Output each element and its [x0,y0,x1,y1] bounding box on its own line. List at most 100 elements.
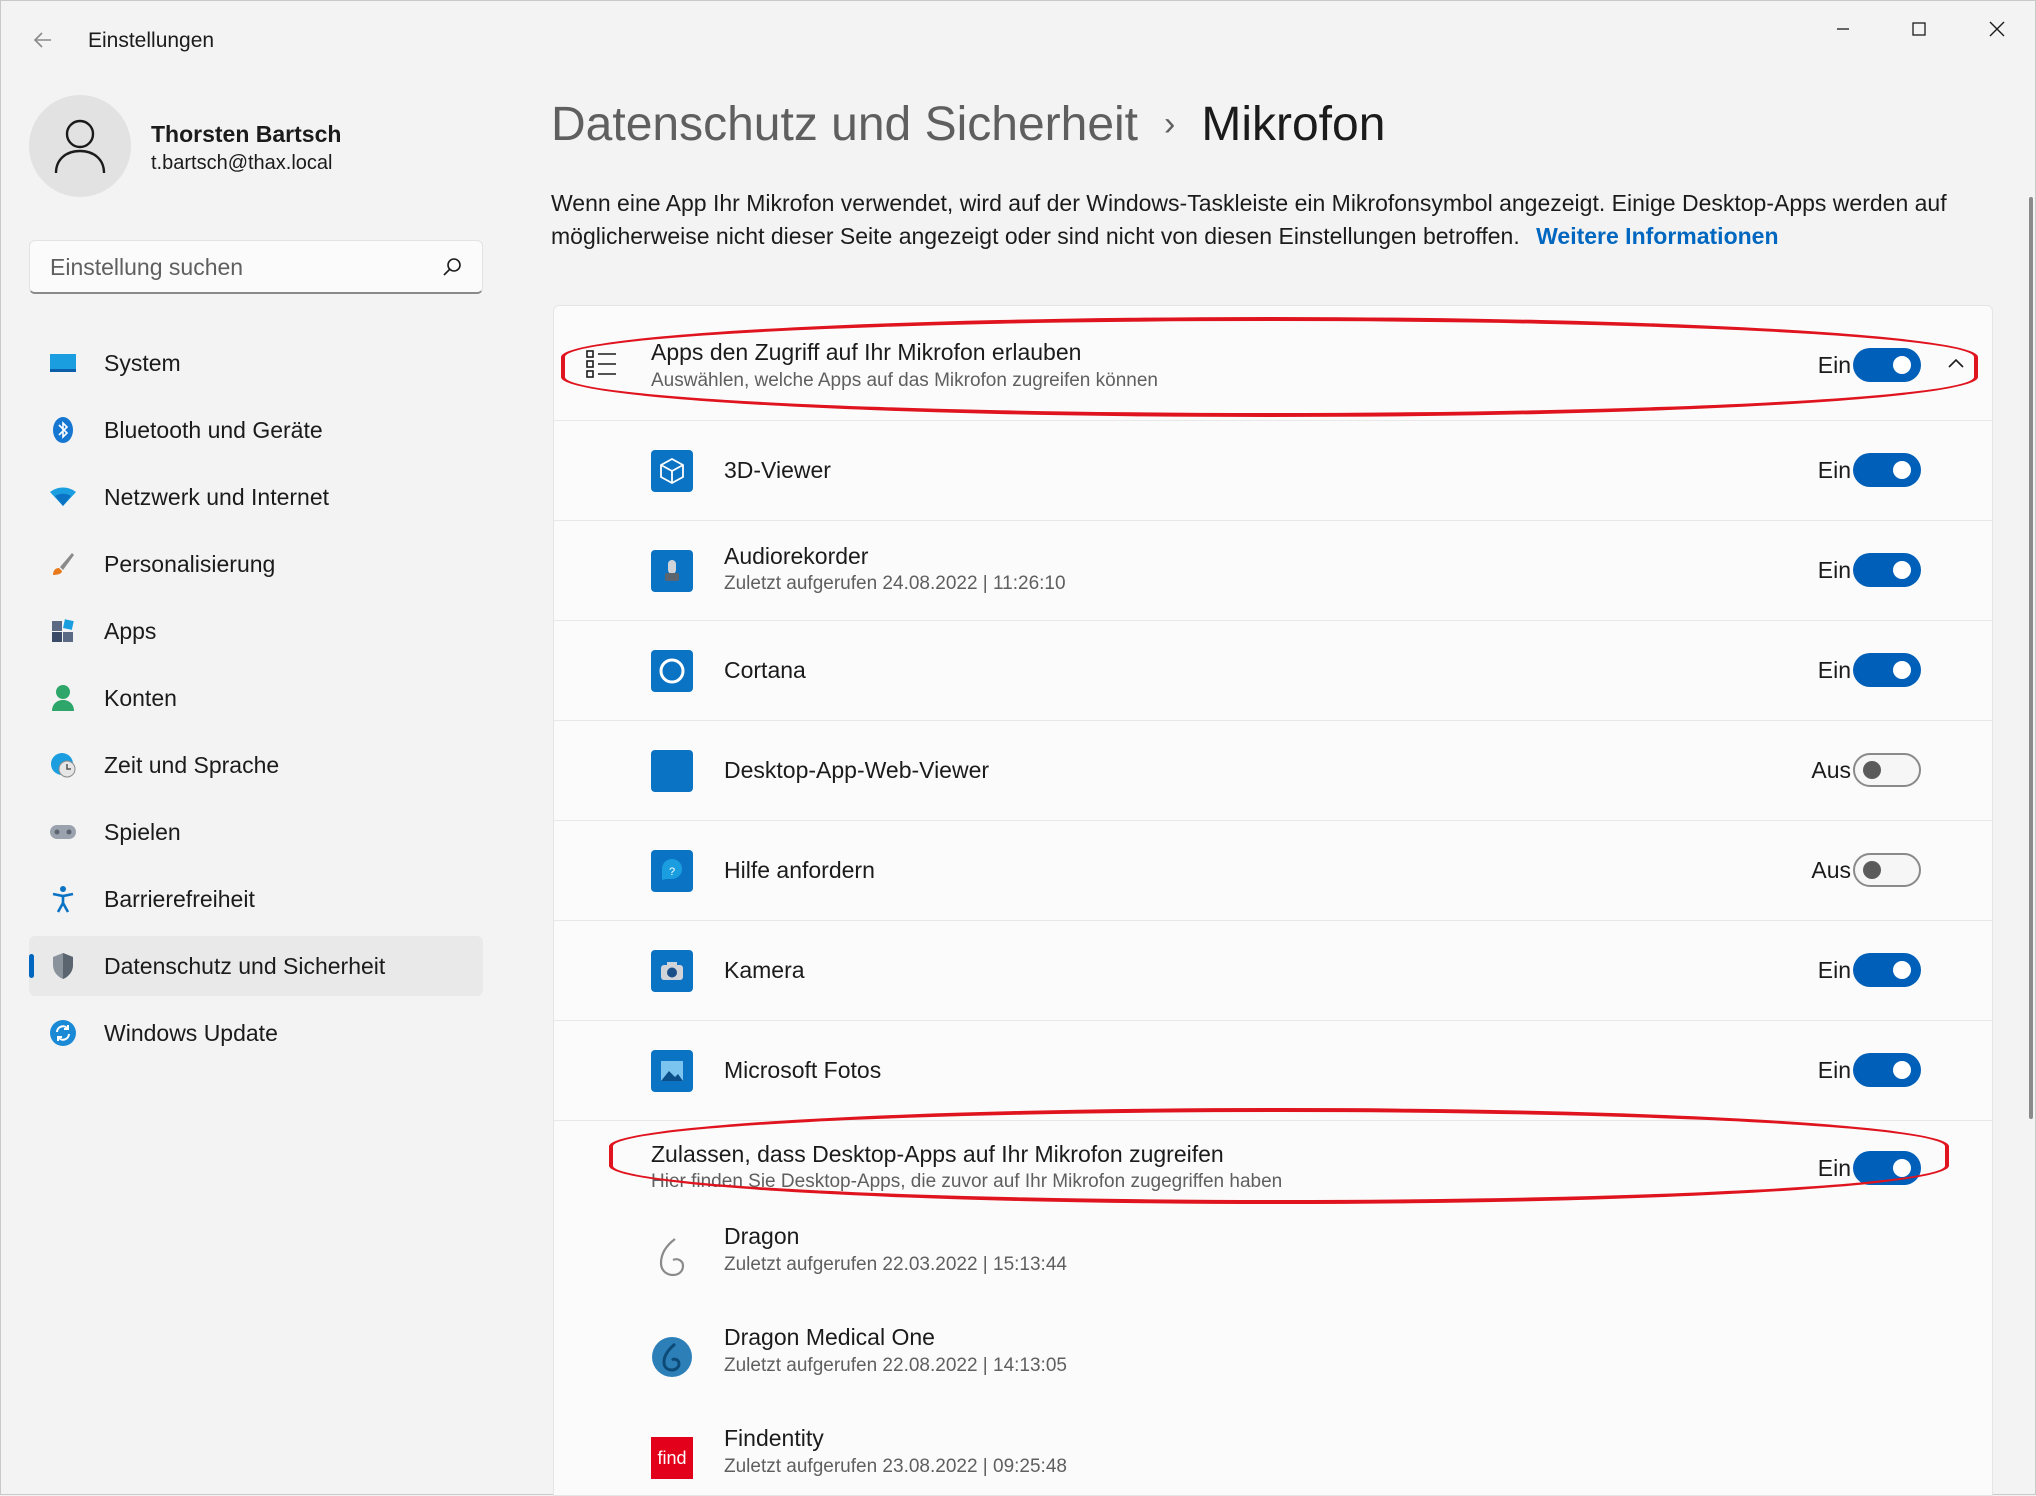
sidebar-item-label: Apps [104,617,157,644]
page-description: Wenn eine App Ihr Mikrofon verwendet, wi… [551,187,2001,253]
sidebar-item-gaming[interactable]: Spielen [29,802,483,862]
desktop-apps-setting-row[interactable]: Zulassen, dass Desktop-Apps auf Ihr Mikr… [554,1121,1992,1207]
app-name: Hilfe anfordern [724,857,875,883]
sidebar-item-network[interactable]: Netzwerk und Internet [29,467,483,527]
maximize-icon [1912,22,1926,36]
apps-icon [49,617,77,645]
sidebar-item-label: Personalisierung [104,550,276,577]
back-button[interactable] [27,27,59,59]
toggle-state-label: Aus [1811,857,1851,883]
bluetooth-icon [49,416,77,444]
app-toggle-cortana[interactable] [1853,653,1921,687]
app-name: Dragon Medical One [724,1324,935,1350]
toggle-state-label: Ein [1817,657,1851,683]
sidebar-item-label: System [104,349,181,376]
close-button[interactable] [1959,1,2035,57]
app-row-3d-viewer: 3D-Viewer Ein [554,421,1992,521]
toggle-knob [1863,861,1881,879]
sidebar-item-accessibility[interactable]: Barrierefreiheit [29,869,483,929]
toggle-knob [1893,961,1911,979]
toggle-knob [1893,561,1911,579]
sidebar-item-personalization[interactable]: Personalisierung [29,534,483,594]
desktop-app-row-dragon: Dragon Zuletzt aufgerufen 22.03.2022 | 1… [554,1207,1992,1308]
app-toggle-hilfe-anfordern[interactable] [1853,853,1921,887]
app-row-audiorekorder: Audiorekorder Zuletzt aufgerufen 24.08.2… [554,521,1992,621]
app-row-cortana: Cortana Ein [554,621,1992,721]
toggle-state-label: Ein [1817,957,1851,983]
app-toggle-desktop-app-web-viewer[interactable] [1853,753,1921,787]
desktop-apps-toggle[interactable] [1853,1151,1921,1185]
sidebar-item-label: Netzwerk und Internet [104,483,330,510]
more-info-link[interactable]: Weitere Informationen [1536,223,1778,249]
avatar[interactable] [29,95,131,197]
app-name: Cortana [724,657,806,683]
setting-subtitle: Hier finden Sie Desktop-Apps, die zuvor … [651,1171,1283,1192]
sidebar-item-label: Spielen [104,818,181,845]
mic-access-toggle[interactable] [1853,348,1921,382]
desktop-app-row-findentity: find Findentity Zuletzt aufgerufen 23.08… [554,1409,1992,1495]
scrollbar[interactable] [2029,197,2033,1119]
system-icon [49,349,77,377]
minimize-button[interactable] [1805,1,1881,57]
toggle-knob [1863,761,1881,779]
sidebar-nav: System Bluetooth und Geräte Netzwerk und… [29,333,483,1070]
toggle-state-label: Ein [1817,352,1851,378]
toggle-state-label: Ein [1817,1155,1851,1181]
app-name: Dragon [724,1223,800,1249]
breadcrumb-parent[interactable]: Datenschutz und Sicherheit [551,97,1138,152]
gamepad-icon [49,818,77,846]
sidebar-item-privacy[interactable]: Datenschutz und Sicherheit [29,936,483,996]
sidebar-item-label: Windows Update [104,1019,278,1046]
sidebar-item-label: Barrierefreiheit [104,885,255,912]
search-icon[interactable] [440,255,464,279]
breadcrumb: Datenschutz und Sicherheit › Mikrofon [551,97,1385,152]
main-setting-row[interactable]: Apps den Zugriff auf Ihr Mikrofon erlaub… [554,306,1992,421]
app-toggle-audiorekorder[interactable] [1853,553,1921,587]
app-name: 3D-Viewer [724,457,831,483]
app-title: Einstellungen [88,29,215,52]
arrow-left-icon [33,32,51,48]
title-bar: Einstellungen [1,1,2035,85]
setting-title: Apps den Zugriff auf Ihr Mikrofon erlaub… [651,339,1082,365]
brush-icon [49,550,77,578]
sidebar-item-windows-update[interactable]: Windows Update [29,1003,483,1063]
list-settings-icon [586,348,618,385]
sidebar-item-time-language[interactable]: Zeit und Sprache [29,735,483,795]
app-row-kamera: Kamera Ein [554,921,1992,1021]
sidebar-item-bluetooth[interactable]: Bluetooth und Geräte [29,400,483,460]
profile-name: Thorsten Bartsch [151,121,342,147]
sidebar-item-label: Zeit und Sprache [104,751,280,778]
wifi-icon [49,483,77,511]
setting-title: Zulassen, dass Desktop-Apps auf Ihr Mikr… [651,1141,1224,1167]
minimize-icon [1837,28,1849,30]
setting-subtitle: Auswählen, welche Apps auf das Mikrofon … [651,370,1158,391]
photos-icon [651,1050,693,1092]
person-icon [49,684,77,712]
app-name: Kamera [724,957,805,983]
dragon-medical-icon [651,1336,693,1378]
help-icon: ? [651,850,693,892]
toggle-knob [1893,461,1911,479]
app-toggle-3d-viewer[interactable] [1853,453,1921,487]
app-row-hilfe-anfordern: ? Hilfe anfordern Aus [554,821,1992,921]
app-last-access: Zuletzt aufgerufen 23.08.2022 | 09:25:48 [724,1456,1067,1477]
cube-icon [651,450,693,492]
app-toggle-microsoft-fotos[interactable] [1853,1053,1921,1087]
app-last-access: Zuletzt aufgerufen 22.08.2022 | 14:13:05 [724,1355,1067,1376]
update-icon [49,1019,77,1047]
search-box[interactable] [29,240,483,294]
close-icon [1989,21,2005,37]
maximize-button[interactable] [1881,1,1957,57]
toggle-state-label: Ein [1817,557,1851,583]
toggle-knob [1893,1159,1911,1177]
sidebar-item-label: Konten [104,684,177,711]
sidebar-item-apps[interactable]: Apps [29,601,483,661]
sidebar-item-accounts[interactable]: Konten [29,668,483,728]
sidebar-item-system[interactable]: System [29,333,483,393]
chevron-up-icon[interactable] [1944,352,1968,376]
desktop-app-row-dragon-medical-one: Dragon Medical One Zuletzt aufgerufen 22… [554,1308,1992,1409]
findentity-logo-text: find [657,1447,687,1468]
search-input[interactable] [48,251,432,283]
app-name: Audiorekorder [724,543,869,569]
app-toggle-kamera[interactable] [1853,953,1921,987]
